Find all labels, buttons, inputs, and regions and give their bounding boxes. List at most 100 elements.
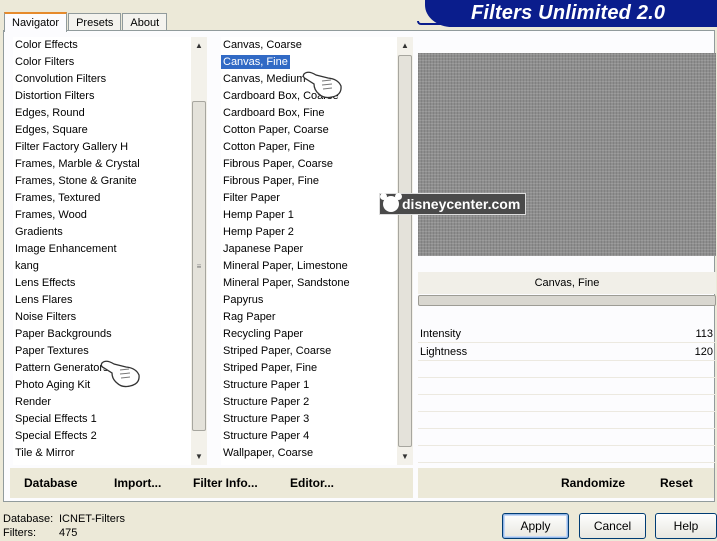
category-item[interactable]: Render: [13, 394, 203, 411]
category-item-label: Render: [15, 396, 52, 408]
param-intensity[interactable]: Intensity 113: [418, 325, 716, 343]
filter-item[interactable]: Cardboard Box, Fine: [221, 105, 409, 122]
filter-item[interactable]: Canvas, Coarse: [221, 37, 409, 54]
category-item-label: Special Effects 2: [15, 430, 97, 442]
category-item[interactable]: Noise Filters: [13, 309, 203, 326]
filter-item[interactable]: Mineral Paper, Sandstone: [221, 275, 409, 292]
category-item[interactable]: kang: [13, 258, 203, 275]
left-link-bar: Database Import... Filter Info... Editor…: [10, 468, 413, 498]
apply-button[interactable]: Apply: [502, 513, 569, 539]
category-item[interactable]: Edges, Round: [13, 105, 203, 122]
category-item[interactable]: Color Effects: [13, 37, 203, 54]
tab-strip: Navigator Presets About: [4, 11, 168, 32]
filter-item[interactable]: Structure Paper 4: [221, 428, 409, 445]
filter-item[interactable]: Structure Paper 3: [221, 411, 409, 428]
help-button[interactable]: Help: [655, 513, 717, 539]
import-link[interactable]: Import...: [114, 476, 161, 490]
category-item[interactable]: Filter Factory Gallery H: [13, 139, 203, 156]
filter-item[interactable]: Cotton Paper, Coarse: [221, 122, 409, 139]
filter-item-label: Fibrous Paper, Fine: [223, 175, 319, 187]
database-link[interactable]: Database: [24, 476, 77, 490]
param-lightness[interactable]: Lightness 120: [418, 343, 716, 361]
filter-item-label: Structure Paper 2: [223, 396, 310, 408]
category-list[interactable]: Color Effects Color Filters Convolution Fi…: [13, 37, 203, 465]
category-item[interactable]: Tile & Mirror: [13, 445, 203, 462]
category-item[interactable]: Frames, Wood: [13, 207, 203, 224]
filter-list[interactable]: Canvas, Coarse Canvas, Fine Canvas, Medium…: [221, 37, 409, 465]
tab-presets[interactable]: Presets: [68, 13, 122, 31]
category-item[interactable]: Paper Backgrounds: [13, 326, 203, 343]
tab-navigator[interactable]: Navigator: [4, 12, 68, 32]
category-item-label: Filter Factory Gallery H: [15, 141, 129, 153]
category-scrollbar[interactable]: ▲ ≡ ▼: [191, 37, 207, 465]
filter-item[interactable]: Structure Paper 1: [221, 377, 409, 394]
filter-item[interactable]: Striped Paper, Coarse: [221, 343, 409, 360]
filter-scrollbar[interactable]: ▲ ▼: [397, 37, 413, 465]
category-item[interactable]: Gradients: [13, 224, 203, 241]
mouse-ears-icon: [380, 193, 402, 212]
category-item-label: Tile & Mirror: [15, 447, 75, 459]
param-value: 113: [695, 327, 713, 340]
filter-item[interactable]: Recycling Paper: [221, 326, 409, 343]
filter-item[interactable]: Hemp Paper 2: [221, 224, 409, 241]
category-item-label: Color Filters: [15, 56, 75, 68]
category-item-label: Frames, Wood: [15, 209, 87, 221]
randomize-link[interactable]: Randomize: [561, 476, 625, 490]
category-item[interactable]: Distortion Filters: [13, 88, 203, 105]
scroll-down-icon[interactable]: ▼: [191, 448, 207, 465]
scroll-up-icon[interactable]: ▲: [397, 37, 413, 54]
category-item[interactable]: Frames, Textured: [13, 190, 203, 207]
category-item-label: Paper Backgrounds: [15, 328, 112, 340]
category-item[interactable]: Special Effects 1: [13, 411, 203, 428]
filter-info-link[interactable]: Filter Info...: [193, 476, 258, 490]
database-name: ICNET-Filters: [59, 513, 125, 525]
category-item[interactable]: Lens Effects: [13, 275, 203, 292]
category-item[interactable]: Color Filters: [13, 54, 203, 71]
scroll-thumb[interactable]: [398, 55, 412, 447]
filter-item-label: Filter Paper: [223, 192, 280, 204]
filter-item[interactable]: Fibrous Paper, Fine: [221, 173, 409, 190]
status-area: Database: ICNET-Filters Filters: 475: [3, 512, 125, 540]
filter-item[interactable]: Cotton Paper, Fine: [221, 139, 409, 156]
filter-item-label: Cotton Paper, Fine: [223, 141, 315, 153]
filter-item[interactable]: Papyrus: [221, 292, 409, 309]
filter-item-label: Structure Paper 1: [223, 379, 310, 391]
param-value: 120: [694, 345, 713, 358]
filter-item[interactable]: Japanese Paper: [221, 241, 409, 258]
category-item[interactable]: Special Effects 2: [13, 428, 203, 445]
filter-item-label: Structure Paper 3: [223, 413, 310, 425]
filter-item[interactable]: Structure Paper 2: [221, 394, 409, 411]
scroll-down-icon[interactable]: ▼: [397, 448, 413, 465]
filter-item-label: Hemp Paper 1: [223, 209, 294, 221]
category-item-label: Edges, Round: [15, 107, 85, 119]
editor-link[interactable]: Editor...: [290, 476, 334, 490]
empty-parameter-rows: [418, 361, 716, 463]
filter-item[interactable]: Mineral Paper, Limestone: [221, 258, 409, 275]
filter-item[interactable]: Rag Paper: [221, 309, 409, 326]
scroll-up-icon[interactable]: ▲: [191, 37, 207, 54]
category-item-label: Photo Aging Kit: [15, 379, 91, 391]
category-item-label: Frames, Marble & Crystal: [15, 158, 140, 170]
category-item[interactable]: Lens Flares: [13, 292, 203, 309]
status-label: Filters:: [3, 527, 36, 539]
category-item-label: Convolution Filters: [15, 73, 107, 85]
filter-item[interactable]: Fibrous Paper, Coarse: [221, 156, 409, 173]
category-item-label: Paper Textures: [15, 345, 89, 357]
reset-link[interactable]: Reset: [660, 476, 693, 490]
preview-slider[interactable]: [418, 295, 716, 306]
category-item[interactable]: Convolution Filters: [13, 71, 203, 88]
filter-item[interactable]: Striped Paper, Fine: [221, 360, 409, 377]
param-label: Lightness: [420, 345, 468, 358]
category-item[interactable]: Frames, Marble & Crystal: [13, 156, 203, 173]
cancel-button[interactable]: Cancel: [579, 513, 646, 539]
scroll-thumb[interactable]: ≡: [192, 101, 206, 431]
selected-filter-name: Canvas, Fine: [418, 272, 716, 294]
category-item[interactable]: Edges, Square: [13, 122, 203, 139]
navigator-panel: Color Effects Color Filters Convolution Fi…: [3, 30, 716, 502]
category-item[interactable]: Frames, Stone & Granite: [13, 173, 203, 190]
filter-item-label: Japanese Paper: [223, 243, 304, 255]
tab-about[interactable]: About: [122, 13, 168, 31]
filter-item[interactable]: Wallpaper, Coarse: [221, 445, 409, 462]
filter-item-label: Hemp Paper 2: [223, 226, 294, 238]
category-item[interactable]: Image Enhancement: [13, 241, 203, 258]
